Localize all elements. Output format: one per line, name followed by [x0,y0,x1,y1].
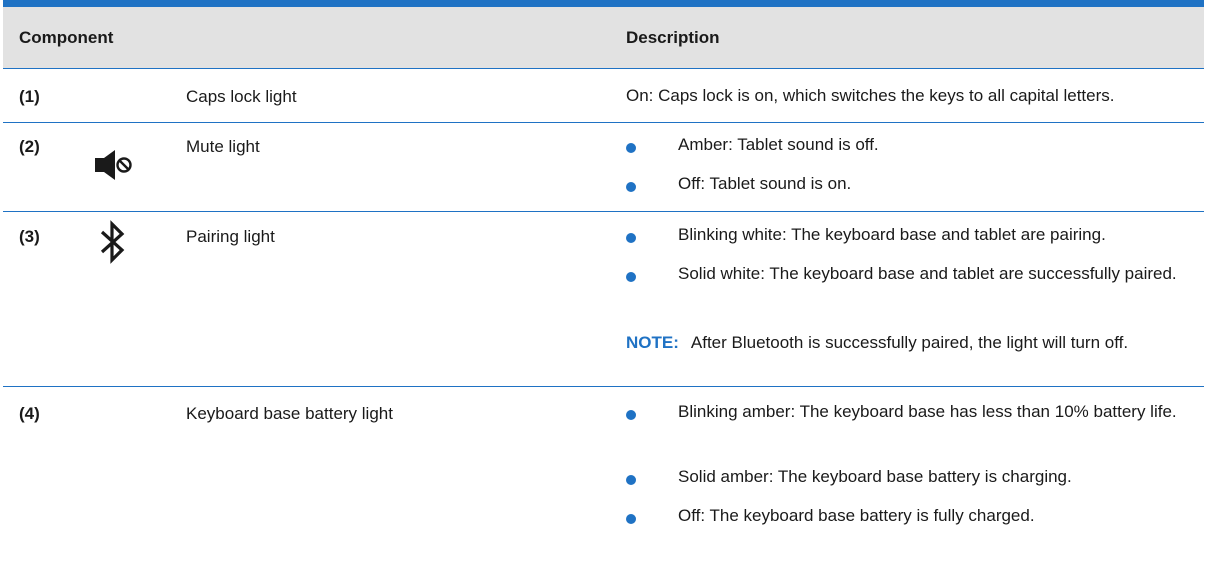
row-label: Pairing light [186,227,275,246]
bullet [626,233,636,243]
bullet [626,475,636,485]
component-table: Component Description (1) Caps lock ligh… [0,0,1207,547]
note-label: NOTE: [626,333,679,352]
table-row: (1) Caps lock light On: Caps lock is on,… [3,69,1204,123]
bullet-text: Blinking white: The keyboard base and ta… [678,225,1106,244]
mute-icon [93,146,133,186]
bullet [626,410,636,420]
note: NOTE: After Bluetooth is successfully pai… [626,330,1206,356]
row-number: (4) [19,404,40,423]
bullet [626,182,636,192]
header-description: Description [626,28,720,47]
bullet-text: Blinking amber: The keyboard base has le… [678,402,1177,421]
bullet-text: Solid amber: The keyboard base battery i… [678,467,1072,486]
row-number: (3) [19,227,40,246]
note-text: After Bluetooth is successfully paired, … [690,333,1129,352]
row-label: Keyboard base battery light [186,404,393,423]
bluetooth-icon [93,220,133,264]
bullet-text: Amber: Tablet sound is off. [678,135,879,154]
table-row: (3) Pairing light Blinking white: The ke… [3,212,1204,387]
header-component: Component [19,28,114,47]
bullet-text: Solid white: The keyboard base and table… [678,264,1177,283]
bullet-text: Off: Tablet sound is on. [678,174,852,193]
bullet [626,272,636,282]
bullet-text: Off: The keyboard base battery is fully … [678,506,1035,525]
row-number: (1) [19,87,40,106]
table-row: (2) Mute light Amber: Tablet sound is of… [3,123,1204,212]
row-label: Mute light [186,137,260,156]
row-description: On: Caps lock is on, which switches the … [626,86,1115,105]
row-label: Caps lock light [186,87,297,106]
bullet [626,514,636,524]
bullet [626,143,636,153]
table-top-rule [3,0,1204,7]
row-number: (2) [19,137,40,156]
table-row: (4) Keyboard base battery light Blinking… [3,387,1204,547]
table-header-row: Component Description [3,7,1204,69]
